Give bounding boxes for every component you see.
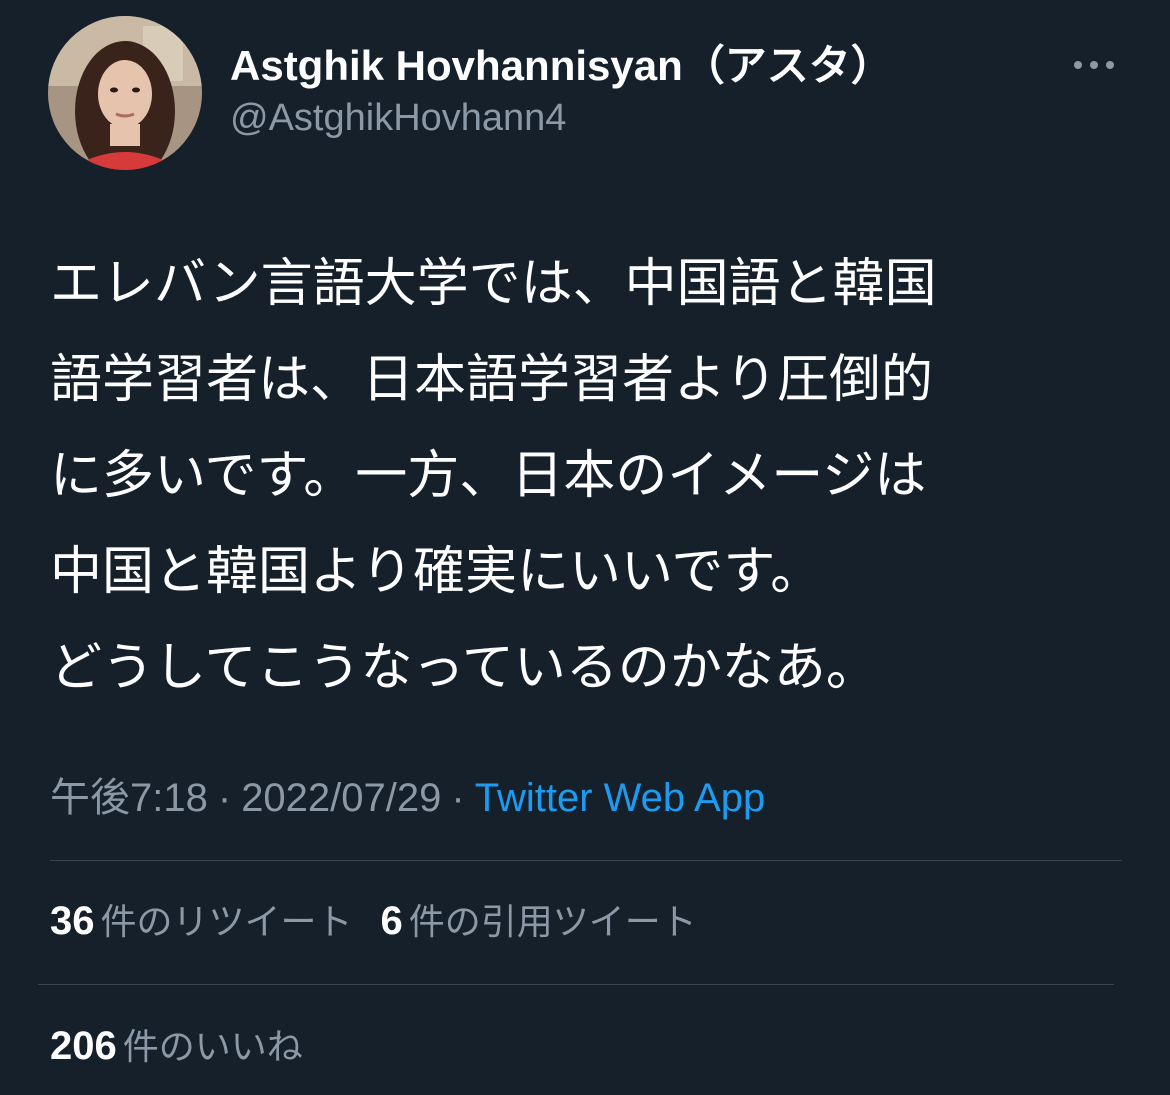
divider <box>38 984 1114 985</box>
tweet-detail: Astghik Hovhannisyan（アスタ） @AstghikHovhan… <box>0 0 1170 1095</box>
more-icon[interactable] <box>1068 50 1120 80</box>
likes-label: 件のいいね <box>122 1027 303 1068</box>
avatar-image <box>48 16 202 170</box>
meta-separator: · <box>451 776 465 820</box>
retweets-stat[interactable]: 36 件のリツイート <box>50 899 353 943</box>
author-block[interactable]: Astghik Hovhannisyan（アスタ） @AstghikHovhan… <box>230 40 893 142</box>
likes-count: 206 <box>50 1024 117 1068</box>
quotes-label: 件の引用ツイート <box>408 902 697 943</box>
author-handle[interactable]: @AstghikHovhann4 <box>230 94 893 142</box>
likes-stat[interactable]: 206 件のいいね <box>50 1024 303 1068</box>
tweet-date[interactable]: 2022/07/29 <box>241 776 441 820</box>
author-display-name[interactable]: Astghik Hovhannisyan（アスタ） <box>230 40 893 92</box>
engagement-row: 36 件のリツイート 6 件の引用ツイート <box>50 895 725 949</box>
tweet-time[interactable]: 午後7:18 <box>50 776 208 820</box>
quotes-count: 6 <box>380 899 403 943</box>
tweet-text: エレバン言語大学では、中国語と韓国 語学習者は、日本語学習者より圧倒的 に多いで… <box>50 254 937 698</box>
tweet-meta: 午後7:18 · 2022/07/29 · Twitter Web App <box>50 770 765 826</box>
avatar[interactable] <box>48 16 202 170</box>
quotes-stat[interactable]: 6 件の引用ツイート <box>380 899 697 943</box>
meta-separator: · <box>217 776 232 820</box>
retweets-count: 36 <box>50 899 95 943</box>
tweet-source-link[interactable]: Twitter Web App <box>475 776 766 820</box>
likes-row: 206 件のいいね <box>50 1020 331 1074</box>
divider <box>50 860 1122 861</box>
retweets-label: 件のリツイート <box>100 902 353 943</box>
